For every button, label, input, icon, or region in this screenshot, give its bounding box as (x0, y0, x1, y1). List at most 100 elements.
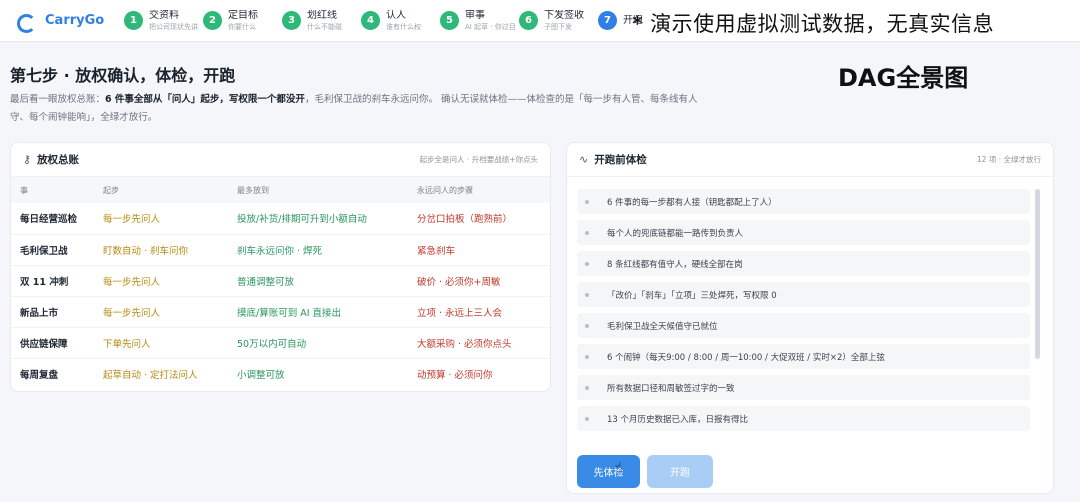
column-header: 起步 (103, 177, 237, 203)
app-logo[interactable]: CarryGo (17, 13, 107, 33)
run-precheck-button[interactable]: 先体检 (577, 455, 640, 488)
always-ask-step: 大额采购 · 必须你点头 (417, 327, 550, 359)
start-level: 盯数自动 · 刹车问你 (103, 234, 237, 266)
pending-dot-icon (585, 354, 589, 359)
step-title: 下发签收 (544, 9, 584, 21)
step-number: 4 (361, 11, 380, 30)
check-item-text: 6 件事的每一步都有人接（钥匙都配上了人） (607, 197, 777, 208)
desc-prefix: 最后看一眼放权总账： (10, 94, 106, 105)
page-description: 最后看一眼放权总账：6 件事全部从「问人」起步，写权限一个都没开，毛利保卫战的刹… (10, 91, 700, 127)
precheck-list[interactable]: 6 件事的每一步都有人接（钥匙都配上了人） 每个人的兜底链都能一路传到负责人 8… (577, 189, 1042, 441)
list-scrollbar[interactable] (1035, 189, 1040, 439)
max-level: 小调整可放 (237, 369, 285, 381)
check-item-text: 8 条红线都有值守人，硬线全部在岗 (607, 259, 743, 270)
step-1[interactable]: 1 交资料把公司现状先讲来 (124, 10, 203, 32)
step-subtitle: 什么不能碰 (307, 22, 342, 31)
pending-dot-icon (585, 230, 589, 235)
step-subtitle: 谁有什么权 (386, 22, 421, 31)
start-level: 每一步先问人 (103, 265, 237, 297)
step-number: 2 (203, 11, 222, 30)
pending-dot-icon (585, 385, 589, 390)
check-item-text: 13 个月历史数据已入库，日报有得比 (607, 414, 749, 425)
step-title: 划红线 (307, 9, 337, 21)
start-level: 下单先问人 (103, 327, 237, 359)
max-level: 50万以内可自动 (237, 327, 417, 359)
task-name: 每周复盘 (20, 369, 59, 381)
step-title: 交资料 (149, 9, 179, 21)
precheck-title: 开跑前体检 (594, 154, 647, 166)
ledger-note: 起步全是问人 · 升档要战绩+你点头 (419, 155, 538, 164)
table-row[interactable]: 毛利保卫战 盯数自动 · 刹车问你 刹车永远问你 · 焊死 紧急刹车 (11, 234, 550, 266)
precheck-header: ∿ 开跑前体检 12 项 · 全绿才放行 (567, 143, 1053, 177)
list-item: 6 件事的每一步都有人接（钥匙都配上了人） (577, 189, 1030, 214)
dag-overview-label: DAG全景图 (838, 64, 969, 92)
step-3[interactable]: 3 划红线 什么不能碰 (282, 10, 361, 32)
desc-highlight: 6 件事全部从「问人」起步，写权限一个都没开 (105, 94, 305, 105)
task-name: 供应链保障 (11, 327, 103, 359)
list-item: 13 个月历史数据已入库，日报有得比 (577, 406, 1030, 431)
check-item-text: 「改价」「刹车」「立项」三处焊死，写权限 0 (607, 290, 777, 301)
max-level: 普通调整可放 (237, 265, 417, 297)
pulse-icon: ∿ (579, 153, 589, 166)
max-level: 投放/补货/排期可升到小额自动 (237, 203, 417, 235)
step-title: 认人 (386, 9, 406, 21)
always-ask-step: 分岔口拍板（跑熟前） (417, 203, 550, 235)
table-row[interactable]: 新品上市 每一步先问人 摸底/算账可到 AI 直接出 立项 · 永远上三人会 (11, 296, 550, 328)
step-number: 6 (519, 11, 538, 30)
key-icon: ⚷ (23, 153, 32, 166)
list-item: 「改价」「刹车」「立项」三处焊死，写权限 0 (577, 282, 1030, 307)
step-subtitle: 你要什么 (228, 22, 256, 31)
hand-cursor-icon: ☝ (614, 460, 623, 476)
table-row[interactable]: 供应链保障 下单先问人 50万以内可自动 大额采购 · 必须你点头 (11, 327, 550, 359)
table-row[interactable]: 每周复盘 起草自动 · 定打法问人 小调整可放 动预算 · 必须问你 (11, 358, 550, 389)
always-ask-step: 立项 · 永远上三人会 (417, 296, 550, 328)
table-row[interactable]: 双 11 冲刺 每一步先问人 普通调整可放 破价 · 必须你+周敏 (11, 265, 550, 297)
step-number: 5 (440, 11, 459, 30)
scrollbar-thumb[interactable] (1035, 189, 1040, 359)
pending-dot-icon (585, 199, 589, 204)
step-number: 1 (124, 11, 143, 30)
always-ask-step: 动预算 · 必须问你 (417, 369, 493, 381)
step-progress: 1 交资料把公司现状先讲来 2 定目标你要什么 3 划红线什么不能碰 4 认人谁… (124, 10, 677, 32)
demo-watermark: * 演示使用虚拟测试数据，无真实信息 (632, 12, 995, 36)
step-number: 3 (282, 11, 301, 30)
step-title: 定目标 (228, 9, 258, 21)
check-item-text: 毛利保卫战全天候值守已就位 (607, 321, 718, 332)
table-row[interactable]: 每日经营巡检 每一步先问人 投放/补货/排期可升到小额自动 分岔口拍板（跑熟前） (11, 203, 550, 235)
pending-dot-icon (585, 261, 589, 266)
pending-dot-icon (585, 323, 589, 328)
check-item-text: 6 个闹钟（每天9:00 / 8:00 / 周一10:00 / 大促双班 / 实… (607, 352, 885, 363)
check-item-text: 每个人的兜底链都能一路传到负责人 (607, 228, 744, 239)
task-name: 毛利保卫战 (11, 234, 103, 266)
step-5[interactable]: 5 审事 AI 起草 · 你过目 (440, 10, 519, 32)
ledger-card: ⚷ 放权总账 起步全是问人 · 升档要战绩+你点头 事 起步 最多放到 永远问人… (10, 142, 551, 392)
app-name: CarryGo (45, 13, 105, 28)
precheck-note: 12 项 · 全绿才放行 (976, 155, 1041, 164)
list-item: 6 个闹钟（每天9:00 / 8:00 / 周一10:00 / 大促双班 / 实… (577, 344, 1030, 369)
column-header: 事 (11, 177, 103, 203)
step-subtitle: 子图下发 (544, 22, 572, 31)
check-item-text: 所有数据口径和周敏签过字的一致 (607, 383, 735, 394)
start-run-button[interactable]: 开跑 (647, 455, 713, 488)
always-ask-step: 紧急刹车 (417, 234, 550, 266)
task-name: 新品上市 (11, 296, 103, 328)
column-header: 最多放到 (237, 177, 417, 203)
list-item: 每个人的兜底链都能一路传到负责人 (577, 220, 1030, 245)
step-2[interactable]: 2 定目标 你要什么 (203, 10, 282, 32)
max-level: 刹车永远问你 · 焊死 (237, 234, 417, 266)
always-ask-step: 破价 · 必须你+周敏 (417, 265, 550, 297)
page-title: 第七步 · 放权确认，体检，开跑 (10, 66, 236, 85)
table-header-row: 事 起步 最多放到 永远问人的步骤 (11, 177, 550, 203)
ledger-title: 放权总账 (37, 154, 80, 166)
list-item: 毛利保卫战全天候值守已就位 (577, 313, 1030, 338)
pending-dot-icon (585, 292, 589, 297)
step-4[interactable]: 4 认人 谁有什么权 (361, 10, 440, 32)
list-item: 8 条红线都有值守人，硬线全部在岗 (577, 251, 1030, 276)
column-header: 永远问人的步骤 (417, 177, 550, 203)
step-6[interactable]: 6 下发签收 子图下发 (519, 10, 598, 32)
start-level: 每一步先问人 (103, 203, 237, 235)
task-name: 每日经营巡检 (11, 203, 103, 235)
ledger-header: ⚷ 放权总账 起步全是问人 · 升档要战绩+你点头 (11, 143, 550, 177)
step-subtitle: AI 起草 · 你过目 (465, 22, 515, 31)
step-subtitle: 把公司现状先讲来 (149, 22, 199, 31)
